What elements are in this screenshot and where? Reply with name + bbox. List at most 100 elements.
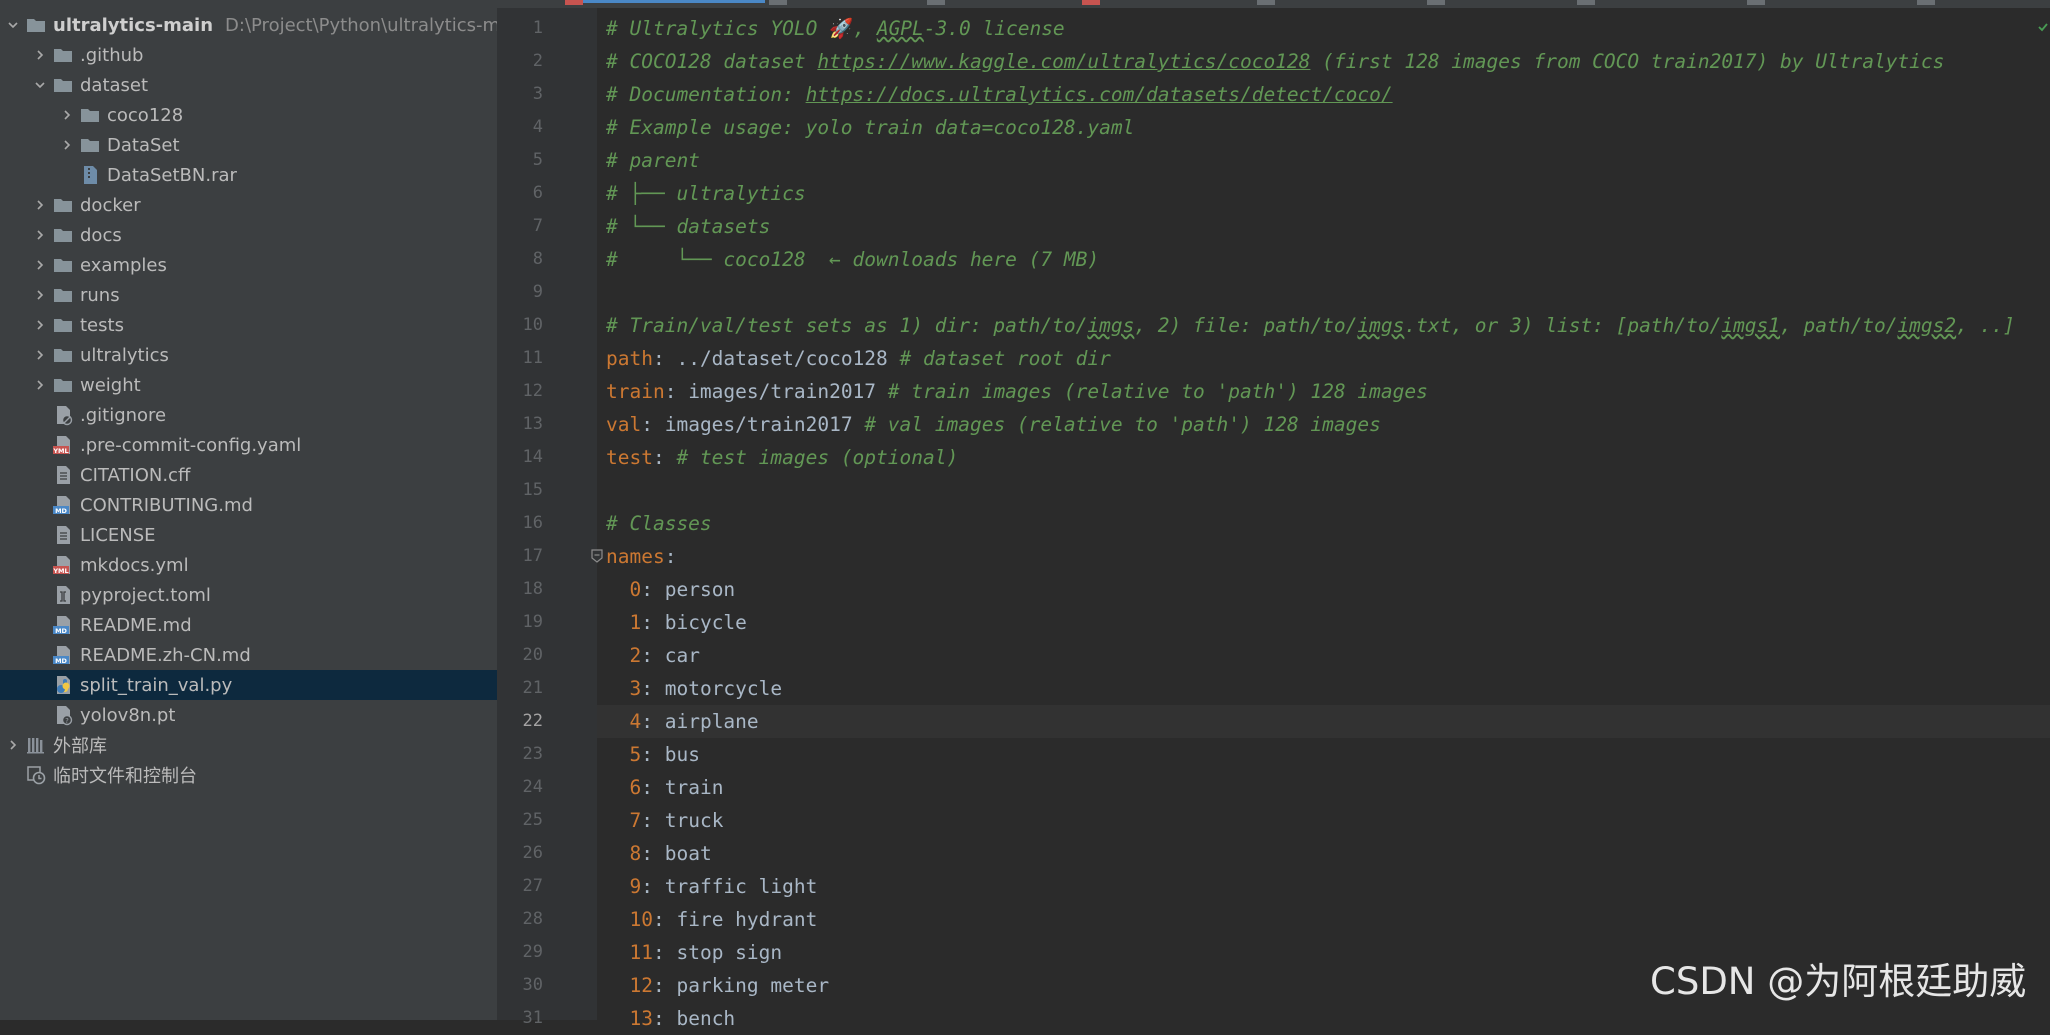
- tree-item[interactable]: docs: [0, 220, 497, 250]
- code-line-14[interactable]: test: # test images (optional): [597, 441, 2050, 474]
- chevron-right-icon[interactable]: [2, 730, 24, 760]
- tree-item[interactable]: DataSet: [0, 130, 497, 160]
- comment: # Example usage: yolo train data=coco128…: [606, 116, 1135, 139]
- code-line-27[interactable]: 9: traffic light: [597, 870, 2050, 903]
- chevron-right-icon[interactable]: [29, 280, 51, 310]
- code-line-25[interactable]: 7: truck: [597, 804, 2050, 837]
- tree-item[interactable]: CITATION.cff: [0, 460, 497, 490]
- code-line-7[interactable]: # └── datasets: [597, 210, 2050, 243]
- chevron-right-icon[interactable]: [29, 310, 51, 340]
- code-line-23[interactable]: 5: bus: [597, 738, 2050, 771]
- comment: # train images (relative to 'path') 128 …: [887, 380, 1428, 403]
- code-line-21[interactable]: 3: motorcycle: [597, 672, 2050, 705]
- folder-icon: [78, 103, 102, 127]
- code-line-6[interactable]: # ├── ultralytics: [597, 177, 2050, 210]
- code-line-20[interactable]: 2: car: [597, 639, 2050, 672]
- tree-item[interactable]: MD CONTRIBUTING.md: [0, 490, 497, 520]
- tree-item[interactable]: .gitignore: [0, 400, 497, 430]
- chevron-right-icon[interactable]: [29, 370, 51, 400]
- code-line-3[interactable]: # Documentation: https://docs.ultralytic…: [597, 78, 2050, 111]
- tab-fragment[interactable]: [927, 0, 945, 5]
- tree-scratches-and-consoles[interactable]: 临时文件和控制台: [0, 760, 497, 790]
- code-line-18[interactable]: 0: person: [597, 573, 2050, 606]
- chevron-down-icon[interactable]: [29, 70, 51, 100]
- inspection-ok-icon[interactable]: [2038, 22, 2048, 32]
- tree-item[interactable]: ultralytics: [0, 340, 497, 370]
- comment: imgs2: [1897, 314, 1957, 337]
- code-line-24[interactable]: 6: train: [597, 771, 2050, 804]
- code-line-8[interactable]: # └── coco128 ← downloads here (7 MB): [597, 243, 2050, 276]
- tree-item[interactable]: .github: [0, 40, 497, 70]
- yaml-key: test: [606, 446, 653, 469]
- tree-item-label: CONTRIBUTING.md: [80, 494, 253, 516]
- comment-link[interactable]: https://docs.ultralytics.com/datasets/de…: [806, 83, 1393, 106]
- tab-fragment[interactable]: [565, 0, 583, 5]
- class-name: boat: [664, 842, 712, 865]
- code-line-28[interactable]: 10: fire hydrant: [597, 903, 2050, 936]
- code-line-5[interactable]: # parent: [597, 144, 2050, 177]
- comment: # └── coco128 ← downloads here (7 MB): [606, 248, 1100, 271]
- comment: imgs: [1087, 314, 1135, 337]
- tree-item[interactable]: MD README.zh-CN.md: [0, 640, 497, 670]
- tree-item[interactable]: split_train_val.py: [0, 670, 497, 700]
- code-line-4[interactable]: # Example usage: yolo train data=coco128…: [597, 111, 2050, 144]
- yaml-colon: :: [652, 1007, 665, 1030]
- chevron-right-icon[interactable]: [29, 190, 51, 220]
- code-line-26[interactable]: 8: boat: [597, 837, 2050, 870]
- tree-item[interactable]: ? yolov8n.pt: [0, 700, 497, 730]
- code-line-16[interactable]: # Classes: [597, 507, 2050, 540]
- tree-item[interactable]: examples: [0, 250, 497, 280]
- editor-tab-strip[interactable]: [497, 0, 2050, 8]
- comment-link[interactable]: https://www.kaggle.com/ultralytics/coco1…: [817, 50, 1310, 73]
- line-number: 30: [522, 975, 543, 995]
- line-number: 26: [522, 843, 543, 863]
- tree-root-ultralytics-main[interactable]: ultralytics-main D:\Project\Python\ultra…: [0, 10, 497, 40]
- tree-item[interactable]: YML mkdocs.yml: [0, 550, 497, 580]
- code-line-17[interactable]: names:: [597, 540, 2050, 573]
- tab-fragment[interactable]: [769, 0, 787, 5]
- tree-item[interactable]: LICENSE: [0, 520, 497, 550]
- class-id: 4: [629, 710, 642, 733]
- tree-item[interactable]: docker: [0, 190, 497, 220]
- comment: imgs1: [1721, 314, 1781, 337]
- code-line-1[interactable]: # Ultralytics YOLO 🚀, AGPL-3.0 license: [597, 12, 2050, 45]
- tree-item[interactable]: MD README.md: [0, 610, 497, 640]
- fold-icon[interactable]: [590, 549, 604, 563]
- code-line-19[interactable]: 1: bicycle: [597, 606, 2050, 639]
- tree-item-label: DataSet: [107, 134, 180, 156]
- chevron-right-icon[interactable]: [29, 220, 51, 250]
- comment: # val images (relative to 'path') 128 im…: [864, 413, 1381, 436]
- code-line-22[interactable]: 4: airplane: [597, 705, 2050, 738]
- code-line-11[interactable]: path: ../dataset/coco128 # dataset root …: [597, 342, 2050, 375]
- code-line-12[interactable]: train: images/train2017 # train images (…: [597, 375, 2050, 408]
- tab-fragment[interactable]: [1427, 0, 1445, 5]
- chevron-down-icon[interactable]: [2, 10, 24, 40]
- code-line-13[interactable]: val: images/train2017 # val images (rela…: [597, 408, 2050, 441]
- tab-fragment[interactable]: [1257, 0, 1275, 5]
- tab-fragment[interactable]: [1917, 0, 1935, 5]
- tree-item[interactable]: weight: [0, 370, 497, 400]
- chevron-right-icon[interactable]: [56, 100, 78, 130]
- tree-item[interactable]: coco128: [0, 100, 497, 130]
- ignored-file-icon: [51, 403, 75, 427]
- chevron-right-icon[interactable]: [29, 250, 51, 280]
- code-line-2[interactable]: # COCO128 dataset https://www.kaggle.com…: [597, 45, 2050, 78]
- tree-item[interactable]: YML .pre-commit-config.yaml: [0, 430, 497, 460]
- tree-item[interactable]: runs: [0, 280, 497, 310]
- chevron-right-icon[interactable]: [29, 340, 51, 370]
- code-line-10[interactable]: # Train/val/test sets as 1) dir: path/to…: [597, 309, 2050, 342]
- tree-item[interactable]: DataSetBN.rar: [0, 160, 497, 190]
- tree-item[interactable]: pyproject.toml: [0, 580, 497, 610]
- tree-item[interactable]: dataset: [0, 70, 497, 100]
- chevron-right-icon[interactable]: [56, 130, 78, 160]
- tab-fragment[interactable]: [1747, 0, 1765, 5]
- tree-external-libraries[interactable]: 外部库: [0, 730, 497, 760]
- code-line-31[interactable]: 13: bench: [597, 1002, 2050, 1035]
- comment: -3.0 license: [923, 17, 1065, 40]
- tab-fragment[interactable]: [1577, 0, 1595, 5]
- chevron-right-icon[interactable]: [29, 40, 51, 70]
- tree-item[interactable]: tests: [0, 310, 497, 340]
- tree-item-label: docs: [80, 224, 122, 246]
- tab-fragment[interactable]: [1082, 0, 1100, 5]
